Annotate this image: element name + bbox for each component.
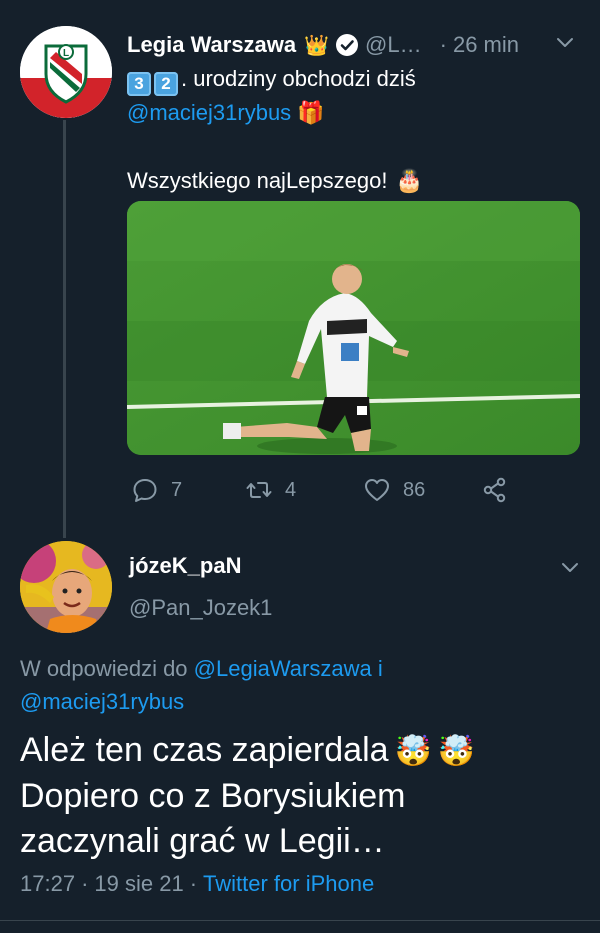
keycap-2: 2 bbox=[154, 72, 178, 96]
reply-count: 7 bbox=[171, 478, 183, 501]
gift-emoji: 🎁 bbox=[297, 100, 325, 125]
tweet2-text-line3: zaczynali grać w Legii… bbox=[20, 822, 385, 860]
chevron-down-icon[interactable] bbox=[552, 30, 578, 56]
reply-icon bbox=[133, 479, 157, 502]
tweet-date[interactable]: 19 sie 21 bbox=[94, 871, 183, 896]
author-handle[interactable]: @Pan_Jozek1 bbox=[129, 595, 272, 621]
football-player-photo bbox=[127, 201, 580, 455]
tweet1-actions: 7 4 86 bbox=[127, 470, 580, 510]
exploding-head-emoji: 🤯 bbox=[437, 735, 476, 768]
tweet2-text-line1: Ależ ten czas zapierdala bbox=[20, 731, 389, 769]
author-handle[interactable]: @L… bbox=[365, 32, 422, 58]
tweet-time[interactable]: 17:27 bbox=[20, 871, 75, 896]
thread-line bbox=[63, 120, 66, 538]
legia-avatar[interactable]: L bbox=[20, 26, 112, 118]
tweet1-text-line2: Wszystkiego najLepszego! bbox=[127, 168, 388, 193]
like-count: 86 bbox=[403, 478, 426, 501]
author-name[interactable]: józeK_paN bbox=[129, 553, 241, 579]
separator-dot: · bbox=[189, 871, 198, 896]
keycap-3: 3 bbox=[127, 72, 151, 96]
separator-dot: · bbox=[81, 871, 89, 896]
tweet1-text: 32. urodziny obchodzi dziś @maciej31rybu… bbox=[127, 62, 423, 198]
tweet2-text: Ależ ten czas zapierdala 🤯 🤯 Dopiero co z … bbox=[20, 728, 585, 864]
reply-action[interactable]: 7 bbox=[131, 470, 182, 510]
exploding-head-emoji: 🤯 bbox=[394, 735, 432, 768]
separator-dot: · bbox=[439, 32, 447, 57]
reply-context: W odpowiedzi do @LegiaWarszawa i @maciej… bbox=[20, 652, 383, 718]
author-name[interactable]: Legia Warszawa bbox=[127, 32, 296, 58]
legia-logo-icon: L bbox=[20, 26, 112, 118]
share-action[interactable] bbox=[481, 470, 509, 510]
retweet-action[interactable]: 4 bbox=[245, 470, 296, 510]
tweet2-text-line2: Dopiero co z Borysiukiem bbox=[20, 777, 406, 815]
tweet-photo[interactable] bbox=[127, 201, 580, 455]
retweet-icon bbox=[246, 482, 272, 498]
mention-link[interactable]: @maciej31rybus bbox=[20, 689, 184, 714]
heart-icon bbox=[365, 479, 389, 501]
verified-badge-icon bbox=[336, 34, 359, 56]
tweet1-header: Legia Warszawa 👑 @L… · 26 min bbox=[127, 28, 519, 62]
divider bbox=[0, 920, 600, 921]
source-link[interactable]: Twitter for iPhone bbox=[203, 871, 374, 896]
user-avatar-image bbox=[20, 541, 112, 633]
cake-emoji: 🎂 bbox=[395, 168, 423, 193]
tweet-meta: 17:27 · 19 sie 21 · Twitter for iPhone bbox=[20, 871, 374, 897]
crown-emoji: 👑 bbox=[304, 34, 330, 57]
retweet-count: 4 bbox=[285, 478, 297, 501]
reply-prefix: W odpowiedzi do bbox=[20, 656, 188, 681]
reply-joiner: i bbox=[377, 656, 383, 681]
like-action[interactable]: 86 bbox=[363, 470, 425, 510]
chevron-down-icon[interactable] bbox=[557, 555, 583, 581]
tweet1-text-line1: . urodziny obchodzi dziś bbox=[181, 66, 416, 91]
mention-link[interactable]: @LegiaWarszawa bbox=[194, 656, 372, 681]
share-icon bbox=[483, 477, 506, 503]
svg-text:L: L bbox=[63, 48, 69, 59]
jozek-avatar[interactable] bbox=[20, 541, 112, 633]
tweet-time[interactable]: 26 min bbox=[453, 32, 519, 58]
mention-link[interactable]: @maciej31rybus bbox=[127, 100, 291, 125]
